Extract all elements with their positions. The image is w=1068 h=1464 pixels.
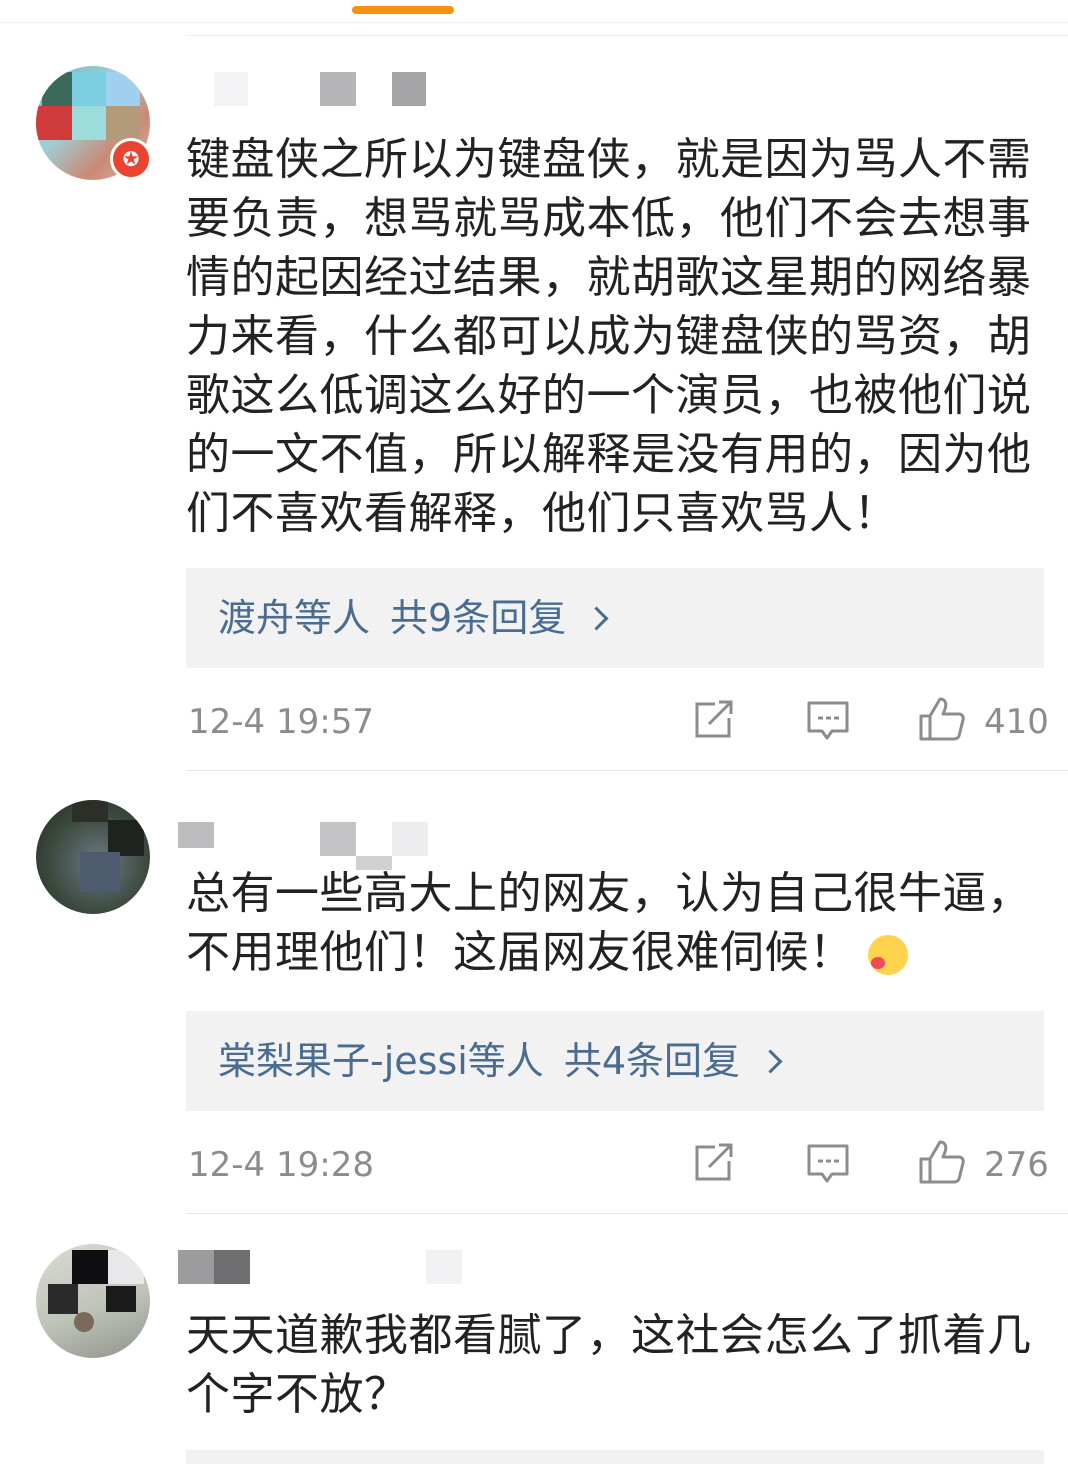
comment-time: 12-4 19:57 [188,702,374,742]
hug-emoji [867,935,908,975]
username-pixelated[interactable] [178,1250,468,1286]
thumbs-up-icon[interactable] [918,1139,966,1185]
username-pixelated[interactable] [214,72,434,108]
reply-users[interactable]: 棠梨果子-jessi等人 [218,1039,544,1083]
comment-time: 12-4 19:28 [188,1145,374,1185]
comment-text: 总有一些高大上的网友，认为自己很牛逼，不用理他们！这届网友很难伺候！ [186,864,1046,982]
comment-text: 键盘侠之所以为键盘侠，就是因为骂人不需要负责，想骂就骂成本低，他们不会去想事情的… [186,134,1032,539]
avatar[interactable] [36,1244,150,1358]
replies-summary[interactable] [186,1450,1044,1464]
reply-count[interactable]: 共9条回复 [390,596,566,640]
comment-text: 天天道歉我都看腻了，这社会怎么了抓着几个字不放？ [186,1310,1032,1420]
like-count[interactable]: 276 [984,1145,1049,1185]
list-top-divider [186,35,1068,36]
avatar[interactable] [36,800,150,914]
comment-divider [186,770,1068,771]
active-tab-indicator [352,6,454,14]
comment-icon[interactable] [806,1143,850,1185]
like-count[interactable]: 410 [984,702,1049,742]
replies-summary[interactable]: 渡舟等人 共9条回复 [186,568,1044,668]
share-icon[interactable] [693,1143,735,1183]
comment-divider [186,1213,1068,1214]
comment-icon[interactable] [806,700,850,742]
share-icon[interactable] [693,700,735,740]
vip-star-badge: ✪ [110,138,152,180]
replies-summary[interactable]: 棠梨果子-jessi等人 共4条回复 [186,1011,1044,1111]
header-divider [0,22,1068,23]
chevron-right-icon [758,1049,783,1074]
reply-users[interactable]: 渡舟等人 [218,596,370,640]
username-pixelated[interactable] [178,822,428,870]
chevron-right-icon [584,606,609,631]
thumbs-up-icon[interactable] [918,696,966,742]
reply-count[interactable]: 共4条回复 [564,1039,740,1083]
